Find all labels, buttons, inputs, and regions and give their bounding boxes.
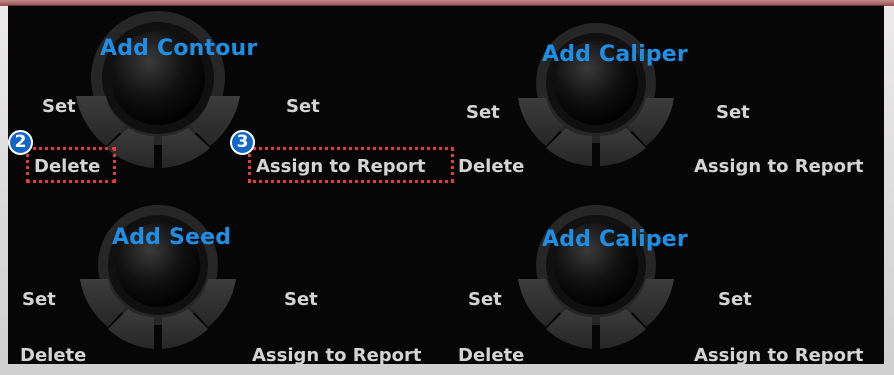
callout-box-assign-to-report	[248, 147, 454, 183]
delete-label: Delete	[20, 345, 87, 366]
callout-badge-3: 3	[230, 130, 255, 155]
set-right-label: Set	[284, 289, 318, 310]
panel-title: Add Caliper	[542, 227, 688, 252]
panel-add-seed: Add Seed Set Set Delete Assign to Report	[8, 185, 448, 366]
set-right-label: Set	[716, 102, 750, 123]
trackball-guide-screen: Add Contour Set Set Delete Assign to Rep…	[8, 5, 886, 366]
window-frame: Add Contour Set Set Delete Assign to Rep…	[0, 0, 894, 375]
set-left-label: Set	[468, 289, 502, 310]
panel-add-caliper-bottom: Add Caliper Set Set Delete Assign to Rep…	[446, 185, 886, 366]
panel-title: Add Caliper	[542, 42, 688, 67]
assign-to-report-label: Assign to Report	[694, 345, 864, 366]
callout-badge-2: 2	[8, 130, 33, 155]
assign-to-report-label: Assign to Report	[252, 345, 422, 366]
panel-title: Add Seed	[112, 225, 232, 250]
callout-box-delete	[26, 147, 116, 183]
set-right-label: Set	[286, 96, 320, 117]
panel-add-caliper-top: Add Caliper Set Set Delete Assign to Rep…	[446, 6, 886, 185]
panel-add-contour: Add Contour Set Set Delete Assign to Rep…	[8, 6, 454, 185]
set-right-label: Set	[718, 289, 752, 310]
set-left-label: Set	[22, 289, 56, 310]
set-left-label: Set	[466, 102, 500, 123]
panel-title: Add Contour	[100, 36, 258, 61]
delete-label: Delete	[458, 345, 525, 366]
assign-to-report-label: Assign to Report	[694, 156, 864, 177]
delete-label: Delete	[458, 156, 525, 177]
set-left-label: Set	[42, 96, 76, 117]
